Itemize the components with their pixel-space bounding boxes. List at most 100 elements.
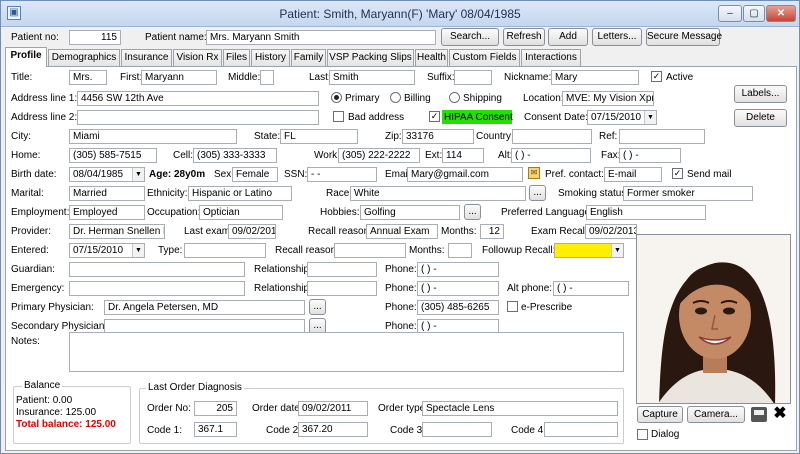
- order-date-field[interactable]: 09/02/2011: [298, 401, 368, 416]
- race-ellipsis-button[interactable]: ...: [529, 185, 546, 201]
- middle-name-field[interactable]: [260, 70, 274, 85]
- months2-field[interactable]: [448, 243, 472, 258]
- guardian-field[interactable]: [69, 262, 245, 277]
- active-checkbox[interactable]: ✓: [651, 71, 662, 82]
- notes-textarea[interactable]: [69, 332, 624, 372]
- ssn-field[interactable]: - -: [307, 167, 377, 182]
- tab-demographics[interactable]: Demographics: [48, 49, 120, 66]
- preferred-language-field[interactable]: English: [586, 205, 706, 220]
- primary-physician-ellipsis-button[interactable]: ...: [309, 299, 326, 315]
- recall-reason-field[interactable]: Annual Exam: [366, 224, 438, 239]
- guardian-phone-field[interactable]: ( ) -: [417, 262, 499, 277]
- tab-vision-rx[interactable]: Vision Rx: [173, 49, 222, 66]
- code4-field[interactable]: [544, 422, 618, 437]
- tab-profile[interactable]: Profile: [5, 47, 47, 67]
- title-field[interactable]: Mrs.: [69, 70, 107, 85]
- first-name-field[interactable]: Maryann: [141, 70, 217, 85]
- tab-insurance[interactable]: Insurance: [121, 49, 172, 66]
- ethnicity-field[interactable]: Hispanic or Latino: [188, 186, 292, 201]
- add-button[interactable]: Add: [548, 28, 588, 46]
- refresh-button[interactable]: Refresh: [503, 28, 545, 46]
- primary-physician-field[interactable]: Dr. Angela Petersen, MD: [104, 300, 305, 315]
- sex-field[interactable]: Female: [232, 167, 278, 182]
- labels-button[interactable]: Labels...: [734, 85, 787, 103]
- camera-button[interactable]: Camera...: [687, 406, 745, 423]
- bad-address-checkbox[interactable]: [333, 111, 344, 122]
- zip-field[interactable]: 33176: [402, 129, 474, 144]
- consent-date-picker[interactable]: 07/15/2010 ▼: [587, 110, 657, 125]
- alt-phone-field[interactable]: ( ) -: [553, 281, 629, 296]
- patient-no-field[interactable]: 115: [69, 30, 121, 45]
- relationship-field[interactable]: [307, 262, 377, 277]
- relationship2-field[interactable]: [307, 281, 377, 296]
- address-line1-field[interactable]: 4456 SW 12th Ave: [77, 91, 319, 106]
- delete-photo-icon[interactable]: ✖: [771, 405, 789, 423]
- tab-files[interactable]: Files: [223, 49, 250, 66]
- ref-field[interactable]: [619, 129, 705, 144]
- e-prescribe-checkbox[interactable]: [507, 301, 518, 312]
- city-field[interactable]: Miami: [69, 129, 237, 144]
- minimize-button[interactable]: –: [718, 5, 742, 22]
- emergency-phone-field[interactable]: ( ) -: [417, 281, 499, 296]
- hobbies-ellipsis-button[interactable]: ...: [464, 204, 481, 220]
- location-field[interactable]: MVE: My Vision Xpress: [562, 91, 654, 106]
- tab-interactions[interactable]: Interactions: [521, 49, 581, 66]
- exam-recall-field[interactable]: 09/02/2013: [585, 224, 637, 239]
- primary-address-radio[interactable]: [331, 92, 342, 103]
- code2-field[interactable]: 367.20: [298, 422, 368, 437]
- patient-name-field[interactable]: Mrs. Maryann Smith: [206, 30, 436, 45]
- work-phone-field[interactable]: (305) 222-2222: [338, 148, 420, 163]
- tab-vsp-packing-slips[interactable]: VSP Packing Slips: [327, 49, 414, 66]
- secure-message-button[interactable]: Secure Message: [646, 28, 722, 46]
- shipping-address-radio[interactable]: [449, 92, 460, 103]
- home-phone-field[interactable]: (305) 585-7515: [69, 148, 157, 163]
- capture-button[interactable]: Capture: [637, 406, 683, 423]
- country-field[interactable]: [512, 129, 592, 144]
- type-field[interactable]: [184, 243, 266, 258]
- last-name-field[interactable]: Smith: [329, 70, 415, 85]
- occupation-field[interactable]: Optician: [199, 205, 283, 220]
- nickname-field[interactable]: Mary: [551, 70, 639, 85]
- delete-button[interactable]: Delete: [734, 109, 787, 127]
- order-no-field[interactable]: 205: [194, 401, 237, 416]
- cell-phone-field[interactable]: (305) 333-3333: [193, 148, 277, 163]
- birth-date-picker[interactable]: 08/04/1985 ▼: [69, 167, 145, 182]
- address-line2-field[interactable]: [77, 110, 319, 125]
- ext-field[interactable]: 114: [442, 148, 484, 163]
- hobbies-field[interactable]: Golfing: [360, 205, 460, 220]
- code3-field[interactable]: [422, 422, 492, 437]
- alt-phone-field-top[interactable]: ( ) -: [511, 148, 591, 163]
- dialog-checkbox[interactable]: [637, 429, 648, 440]
- order-type-field[interactable]: Spectacle Lens: [422, 401, 618, 416]
- send-mail-checkbox[interactable]: ✓: [672, 168, 683, 179]
- save-photo-icon[interactable]: [751, 407, 767, 422]
- suffix-field[interactable]: [454, 70, 492, 85]
- maximize-button[interactable]: ▢: [743, 5, 765, 22]
- entered-date-picker[interactable]: 07/15/2010 ▼: [69, 243, 145, 258]
- envelope-icon[interactable]: ✉: [528, 167, 540, 179]
- provider-field[interactable]: Dr. Herman Snellen M: [69, 224, 165, 239]
- followup-recall-picker[interactable]: ▼: [554, 243, 624, 258]
- tab-health[interactable]: Health: [415, 49, 448, 66]
- months-field[interactable]: 12: [480, 224, 504, 239]
- pref-contact-field[interactable]: E-mail: [604, 167, 662, 182]
- letters-button[interactable]: Letters...: [592, 28, 642, 46]
- primary-physician-phone-field[interactable]: (305) 485-6265: [417, 300, 499, 315]
- recall-reason2-field[interactable]: [334, 243, 406, 258]
- state-field[interactable]: FL: [280, 129, 358, 144]
- race-field[interactable]: White: [350, 186, 526, 201]
- fax-field[interactable]: ( ) -: [619, 148, 681, 163]
- code1-field[interactable]: 367.1: [194, 422, 237, 437]
- tab-history[interactable]: History: [251, 49, 290, 66]
- search-button[interactable]: Search...: [441, 28, 499, 46]
- last-exam-field[interactable]: 09/02/2012: [228, 224, 276, 239]
- email-field[interactable]: Mary@gmail.com: [407, 167, 523, 182]
- marital-field[interactable]: Married: [69, 186, 145, 201]
- employment-field[interactable]: Employed: [69, 205, 145, 220]
- smoking-status-field[interactable]: Former smoker: [623, 186, 753, 201]
- tab-custom-fields[interactable]: Custom Fields: [449, 49, 520, 66]
- hipaa-consent-checkbox[interactable]: ✓: [429, 111, 440, 122]
- tab-family[interactable]: Family: [291, 49, 326, 66]
- billing-address-radio[interactable]: [390, 92, 401, 103]
- close-button[interactable]: ✕: [766, 5, 796, 22]
